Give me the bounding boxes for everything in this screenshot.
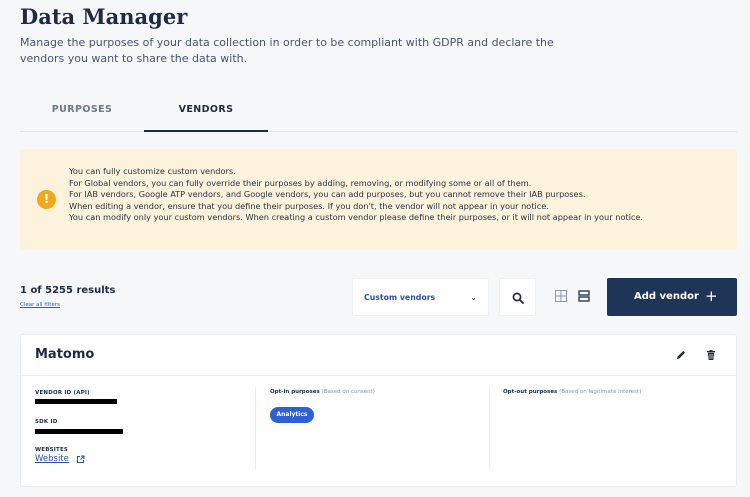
- websites-label: WEBSITES: [35, 447, 69, 453]
- tab-purposes[interactable]: PURPOSES: [20, 95, 144, 132]
- sdk-id-value: [35, 429, 123, 434]
- page-title: Data Manager: [20, 4, 188, 29]
- notice-line: For Global vendors, you can fully overri…: [69, 177, 532, 188]
- notice-line: You can fully customize custom vendors.: [69, 166, 236, 176]
- tab-bar: PURPOSES VENDORS: [20, 95, 737, 132]
- page-description: Manage the purposes of your data collect…: [20, 36, 554, 65]
- vendor-id-label: VENDOR ID (API): [35, 390, 90, 396]
- search-icon: [512, 292, 524, 304]
- notice-line: For IAB vendors, Google ATP vendors, and…: [69, 189, 586, 199]
- add-vendor-label: Add vendor: [634, 291, 699, 302]
- edit-icon[interactable]: [675, 349, 687, 361]
- grid-view-icon[interactable]: [554, 289, 568, 303]
- plus-icon: +: [705, 287, 718, 305]
- website-link[interactable]: Website: [35, 454, 69, 464]
- add-vendor-button[interactable]: Add vendor +: [607, 278, 737, 316]
- results-count: 1 of 5255 results: [20, 285, 116, 296]
- list-view-icon[interactable]: [577, 289, 591, 303]
- chevron-down-icon: ⌄: [470, 293, 477, 302]
- optout-purposes-heading: Opt-out purposes (Based on legitimate in…: [503, 389, 641, 395]
- optin-purposes-title: Opt-in purposes: [270, 389, 320, 395]
- search-button[interactable]: [499, 278, 536, 316]
- vendor-name: Matomo: [35, 347, 95, 362]
- vendor-type-select[interactable]: Custom vendors ⌄: [352, 278, 489, 316]
- vendor-card-header: Matomo: [21, 335, 736, 376]
- sdk-id-label: SDK ID: [35, 419, 58, 425]
- clear-filters-link[interactable]: Clear all filters: [20, 302, 60, 308]
- vendor-type-value: Custom vendors: [364, 293, 436, 302]
- purpose-tag-analytics: Analytics: [270, 407, 314, 423]
- optin-purposes-heading: Opt-in purposes (Based on consent): [270, 389, 375, 395]
- column-divider: [489, 387, 490, 470]
- tab-vendors[interactable]: VENDORS: [144, 95, 268, 132]
- external-link-icon[interactable]: [76, 455, 85, 464]
- optout-purposes-note: (Based on legitimate interest): [559, 389, 642, 395]
- column-divider: [255, 387, 256, 470]
- info-notice: ! You can fully customize custom vendors…: [20, 149, 737, 250]
- warning-icon: !: [37, 190, 56, 209]
- vendor-id-value: [35, 399, 117, 404]
- trash-icon[interactable]: [705, 349, 717, 361]
- optin-purposes-note: (Based on consent): [321, 389, 375, 395]
- notice-line: When editing a vendor, ensure that you d…: [69, 200, 549, 211]
- vendor-card: Matomo VENDOR ID (API) SDK ID WEBSITES W…: [20, 334, 737, 487]
- optout-purposes-title: Opt-out purposes: [503, 389, 558, 395]
- notice-line: You can modify only your custom vendors.…: [69, 212, 644, 222]
- notice-list: You can fully customize custom vendors. …: [69, 166, 643, 224]
